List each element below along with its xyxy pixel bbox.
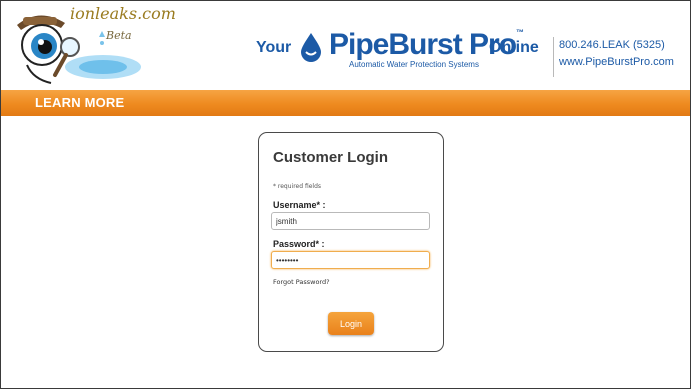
required-fields-note: * required fields <box>273 183 322 190</box>
username-label: Username* : <box>273 200 326 210</box>
password-input[interactable] <box>271 251 430 269</box>
logo-wordmark: ionleaks.com <box>70 4 176 23</box>
username-input[interactable] <box>271 212 430 230</box>
contact-info: 800.246.LEAK (5325) www.PipeBurstPro.com <box>559 37 674 71</box>
learn-more-bar: LEARN MORE <box>1 90 690 116</box>
ionleaks-logo[interactable]: ionleaks.com Beta <box>11 3 176 87</box>
login-title: Customer Login <box>273 149 388 166</box>
brand-your-text: Your <box>256 39 292 56</box>
login-button[interactable]: Login <box>328 312 374 335</box>
header-divider <box>553 37 554 77</box>
login-card: Customer Login * required fields Usernam… <box>258 132 444 352</box>
beta-label: Beta <box>106 29 132 42</box>
water-drop-icon <box>301 33 321 62</box>
password-label: Password* : <box>273 239 325 249</box>
brand-tagline: Automatic Water Protection Systems <box>349 60 479 69</box>
forgot-password-link[interactable]: Forgot Password? <box>273 278 330 286</box>
phone-number: 800.246.LEAK (5325) <box>559 39 665 51</box>
site-header: ionleaks.com Beta Your PipeBurst Pro™ Au… <box>1 1 690 90</box>
brand-online-text: Online <box>489 39 539 56</box>
website-link[interactable]: www.PipeBurstPro.com <box>559 54 674 71</box>
learn-more-link[interactable]: LEARN MORE <box>35 95 124 110</box>
